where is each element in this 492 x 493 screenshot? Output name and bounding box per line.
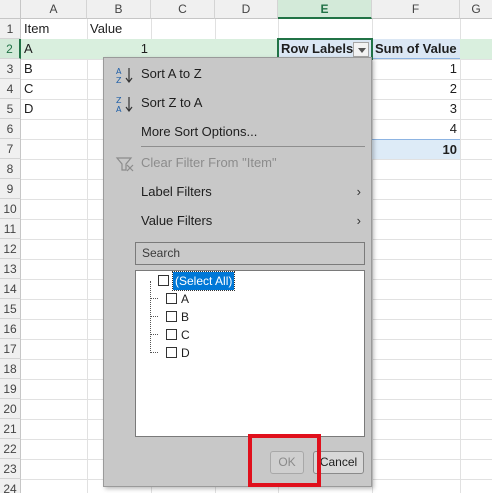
menu-separator — [141, 146, 365, 147]
sort-ascending-icon: A Z — [115, 65, 135, 85]
row-header-15[interactable]: 15 — [0, 299, 21, 319]
list-item-label: B — [181, 310, 190, 324]
tree-connector — [150, 316, 158, 317]
column-header-a[interactable]: A — [21, 0, 87, 19]
gridline — [87, 19, 88, 493]
sort-z-to-a-label: Sort Z to A — [141, 95, 203, 110]
row-header-19[interactable]: 19 — [0, 379, 21, 399]
cell-a5[interactable]: D — [21, 99, 87, 119]
clear-filter-icon — [115, 154, 135, 172]
value-filters-item[interactable]: Value Filters › — [104, 206, 371, 235]
checkbox[interactable] — [166, 329, 177, 340]
row-header-1[interactable]: 1 — [0, 19, 21, 39]
clear-filter-label: Clear Filter From "Item" — [141, 155, 277, 170]
pivot-grand-total[interactable]: 10 — [372, 139, 460, 159]
sort-descending-icon: Z A — [115, 94, 135, 114]
checkbox[interactable] — [166, 311, 177, 322]
cell-a3[interactable]: B — [21, 59, 87, 79]
select-all-corner[interactable] — [0, 0, 21, 19]
filter-item-list[interactable]: (Select All) A B C D — [135, 270, 365, 437]
row-header-8[interactable]: 8 — [0, 159, 21, 179]
label-filters-item[interactable]: Label Filters › — [104, 177, 371, 206]
column-header-f[interactable]: F — [372, 0, 460, 19]
search-input[interactable]: Search — [135, 242, 365, 265]
gridline — [460, 19, 461, 493]
row-header-16[interactable]: 16 — [0, 319, 21, 339]
row-header-13[interactable]: 13 — [0, 259, 21, 279]
svg-text:A: A — [116, 67, 122, 76]
tree-connector — [150, 352, 158, 353]
cell-a1[interactable]: Item — [21, 19, 87, 39]
filter-dropdown-button[interactable] — [353, 42, 369, 57]
cell-a4[interactable]: C — [21, 79, 87, 99]
pivot-filter-menu[interactable]: A Z Sort A to Z Z A Sort Z to A More Sor… — [103, 57, 372, 487]
tree-connector — [150, 334, 158, 335]
row-header-7[interactable]: 7 — [0, 139, 21, 159]
checkbox[interactable] — [158, 275, 169, 286]
more-sort-options-item[interactable]: More Sort Options... — [104, 117, 371, 146]
sort-a-to-z-label: Sort A to Z — [141, 66, 202, 81]
tree-connector — [150, 298, 158, 299]
label-filters-label: Label Filters — [141, 184, 212, 199]
svg-text:Z: Z — [116, 76, 122, 84]
svg-text:Z: Z — [116, 96, 122, 105]
row-header-10[interactable]: 10 — [0, 199, 21, 219]
annotation-highlight-box — [248, 434, 321, 487]
svg-text:A: A — [116, 105, 122, 113]
column-header-e[interactable]: E — [278, 0, 372, 19]
row-header-20[interactable]: 20 — [0, 399, 21, 419]
more-sort-options-label: More Sort Options... — [141, 124, 258, 139]
checkbox[interactable] — [166, 293, 177, 304]
chevron-right-icon: › — [356, 213, 361, 228]
column-header-d[interactable]: D — [215, 0, 278, 19]
row-header-9[interactable]: 9 — [0, 179, 21, 199]
list-item-label: D — [181, 346, 190, 360]
sort-a-to-z-item[interactable]: A Z Sort A to Z — [104, 59, 371, 88]
row-header-4[interactable]: 4 — [0, 79, 21, 99]
value-filters-label: Value Filters — [141, 213, 213, 228]
chevron-right-icon: › — [356, 184, 361, 199]
row-header-21[interactable]: 21 — [0, 419, 21, 439]
pivot-value-d[interactable]: 4 — [372, 119, 460, 139]
pivot-value-a[interactable]: 1 — [372, 59, 460, 79]
row-header-14[interactable]: 14 — [0, 279, 21, 299]
row-header-18[interactable]: 18 — [0, 359, 21, 379]
list-item-label: (Select All) — [171, 271, 236, 291]
sort-z-to-a-item[interactable]: Z A Sort Z to A — [104, 88, 371, 117]
cell-a2[interactable]: A — [21, 39, 87, 59]
column-header-c[interactable]: C — [151, 0, 215, 19]
column-header-b[interactable]: B — [87, 0, 151, 19]
checkbox[interactable] — [166, 347, 177, 358]
row-header-24[interactable]: 24 — [0, 479, 21, 493]
row-header-23[interactable]: 23 — [0, 459, 21, 479]
clear-filter-item: Clear Filter From "Item" — [104, 148, 371, 177]
pivot-value-b[interactable]: 2 — [372, 79, 460, 99]
row-header-17[interactable]: 17 — [0, 339, 21, 359]
row-header-11[interactable]: 11 — [0, 219, 21, 239]
row-header-3[interactable]: 3 — [0, 59, 21, 79]
pivot-value-c[interactable]: 3 — [372, 99, 460, 119]
row-header-22[interactable]: 22 — [0, 439, 21, 459]
cell-b1[interactable]: Value — [87, 19, 151, 39]
row-header-5[interactable]: 5 — [0, 99, 21, 119]
pivot-sum-header[interactable]: Sum of Value — [372, 39, 460, 59]
row-header-12[interactable]: 12 — [0, 239, 21, 259]
list-item-label: A — [181, 292, 190, 306]
cell-b2[interactable]: 1 — [87, 39, 151, 59]
row-header-6[interactable]: 6 — [0, 119, 21, 139]
column-header-g[interactable]: G — [460, 0, 492, 19]
tree-connector — [150, 281, 151, 353]
row-header-2[interactable]: 2 — [0, 39, 21, 59]
list-item-label: C — [181, 328, 190, 342]
